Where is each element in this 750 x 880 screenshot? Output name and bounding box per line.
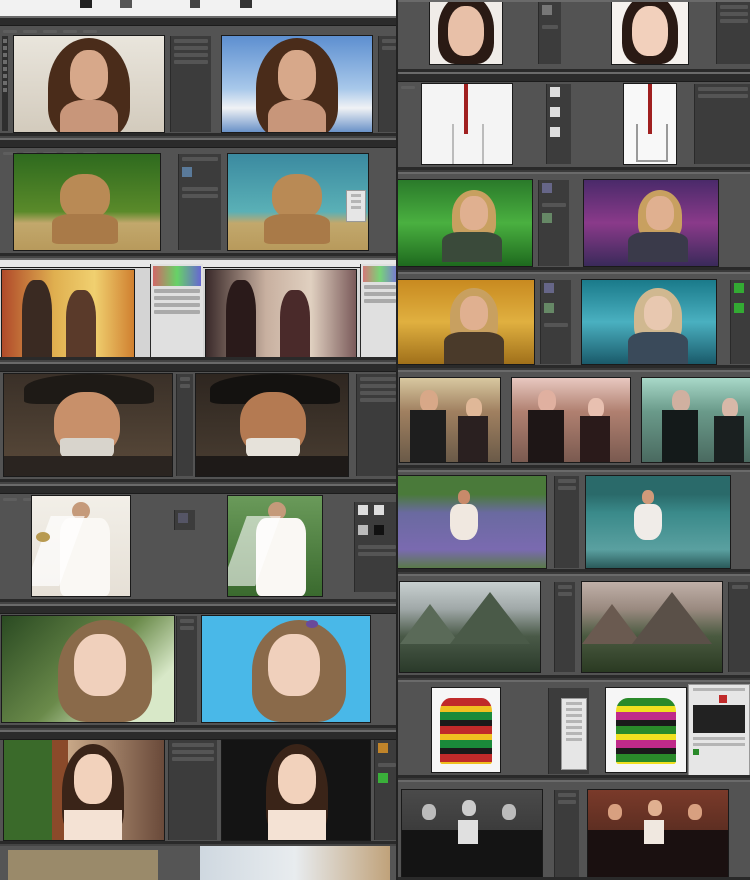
photo-woman-grass-before: [398, 180, 532, 266]
photo-movie-scene-before: [402, 790, 542, 877]
ps-window-girl-window: [0, 730, 398, 844]
ps-window-glass-brush: [398, 72, 750, 170]
photo-sweater-before: [432, 688, 500, 772]
left-column: [0, 0, 398, 880]
photo-woman-face-after: [612, 2, 688, 64]
photo-girl-window-before: [4, 740, 164, 840]
photo-woman-face-before: [430, 2, 502, 64]
ps-window-girl-portrait: [0, 604, 398, 728]
photo-kitten-before: [14, 154, 160, 250]
ps-window-hair-portrait: [0, 16, 398, 136]
ps-window-bookstore-couple: [398, 370, 750, 468]
photo-movie-scene-after: [588, 790, 728, 877]
photo-hair-portrait-after: [222, 36, 372, 132]
photo-street-couple-before: [2, 270, 134, 357]
photo-mountains-before: [400, 582, 540, 672]
ps-window-sweater: [398, 680, 750, 778]
photo-woman-field-after: [582, 280, 716, 364]
ps-window-street-couple: [0, 258, 398, 360]
ps-window-bride-veil: [0, 484, 398, 602]
ps-window-kitten: [0, 138, 398, 256]
photo-bookstore-couple-before: [400, 378, 500, 462]
top-strip: [0, 0, 398, 16]
ps-window-old-man: [0, 362, 398, 482]
photo-old-man-before: [4, 374, 172, 476]
photo-sweater-after: [606, 688, 686, 772]
ps-window-woman-face: [398, 0, 750, 72]
photo-old-man-after: [196, 374, 348, 476]
ps-window-woman-field: [398, 272, 750, 368]
right-column: [398, 0, 750, 880]
photo-girl-lavender-before: [398, 476, 546, 568]
photo-bookstore-couple-cool: [642, 378, 750, 462]
photo-girl-window-after: [222, 740, 370, 840]
ps-window-movie-scene: [398, 780, 750, 880]
color-dialog: [688, 684, 750, 775]
ps-window-woman-grass: [398, 172, 750, 270]
photo-hair-portrait-before: [14, 36, 164, 132]
photo-mountains-after: [582, 582, 722, 672]
photo-woman-grass-after: [584, 180, 718, 266]
ps-window-mountains: [398, 574, 750, 678]
photo-street-couple-after: [206, 270, 356, 357]
photo-glass-brush-after: [624, 84, 676, 164]
bottom-peek: [0, 846, 398, 880]
photo-girl-lavender-after: [586, 476, 730, 568]
photo-bride-veil-before: [32, 496, 130, 596]
photo-bookstore-couple-warm: [512, 378, 630, 462]
ps-window-girl-lavender: [398, 470, 750, 572]
photo-girl-portrait-before: [2, 616, 174, 722]
photo-bride-veil-after: [228, 496, 322, 596]
photo-glass-brush-before: [422, 84, 512, 164]
photo-woman-field-before: [398, 280, 534, 364]
photo-girl-portrait-after: [202, 616, 370, 722]
